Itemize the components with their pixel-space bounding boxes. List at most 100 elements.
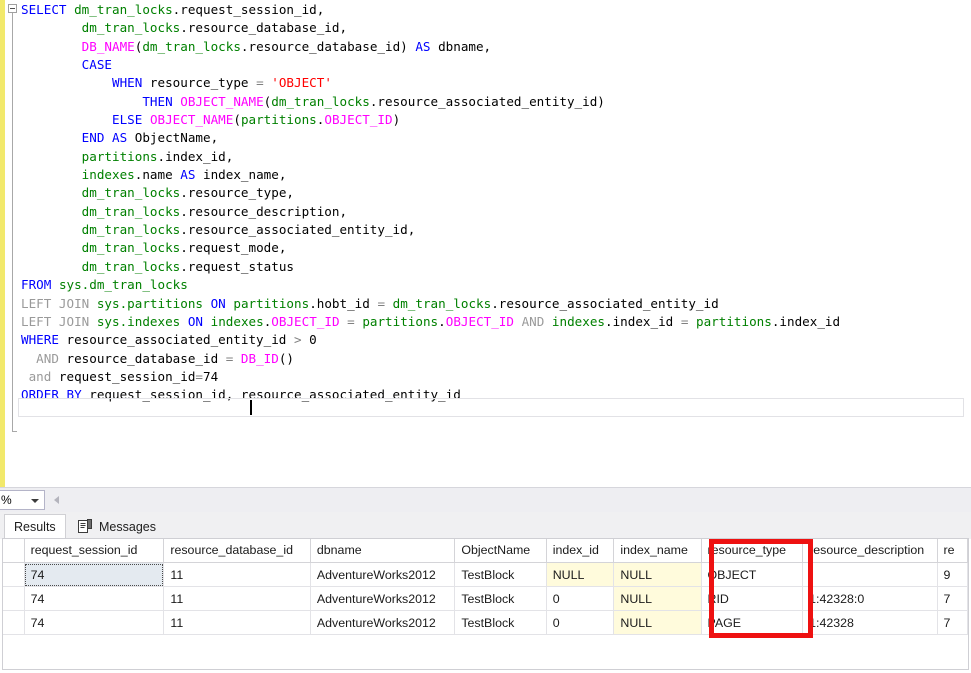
scroll-left-button[interactable] — [50, 490, 67, 510]
code-token: .request_session_id, — [173, 2, 325, 17]
row-selector[interactable] — [3, 587, 24, 611]
table-cell[interactable]: NULL — [614, 587, 701, 611]
chevron-down-icon[interactable] — [31, 499, 39, 503]
table-cell[interactable]: 11 — [164, 587, 311, 611]
code-token — [51, 277, 59, 292]
column-header-re[interactable]: re — [937, 539, 967, 563]
code-token: LEFT JOIN — [21, 296, 89, 311]
code-token: dm_tran_locks — [82, 259, 181, 274]
code-line[interactable]: WHERE resource_associated_entity_id > 0 — [21, 331, 971, 349]
row-selector[interactable] — [3, 563, 24, 587]
column-header-index_name[interactable]: index_name — [614, 539, 701, 563]
code-token — [67, 2, 75, 17]
table-cell[interactable]: 0 — [546, 587, 614, 611]
table-row[interactable]: 7411AdventureWorks2012TestBlock0NULLRID1… — [3, 587, 968, 611]
table-cell[interactable]: AdventureWorks2012 — [310, 587, 454, 611]
results-tab-strip[interactable]: Results Messages — [0, 512, 971, 539]
code-line[interactable]: dm_tran_locks.request_status — [21, 258, 971, 276]
table-cell[interactable]: NULL — [614, 563, 701, 587]
code-line[interactable]: WHEN resource_type = 'OBJECT' — [21, 74, 971, 92]
code-token: OBJECT_NAME — [180, 94, 263, 109]
code-token: .resource_associated_entity_id — [491, 296, 718, 311]
code-token: .resource_associated_entity_id) — [370, 94, 605, 109]
tab-results[interactable]: Results — [4, 514, 66, 539]
table-cell[interactable]: AdventureWorks2012 — [310, 563, 454, 587]
table-cell[interactable]: 1:42328:0 — [803, 587, 937, 611]
table-cell[interactable]: 0 — [546, 611, 614, 635]
code-token: OBJECT_ID — [271, 314, 339, 329]
code-line[interactable]: indexes.name AS index_name, — [21, 166, 971, 184]
column-header-resource_description[interactable]: resource_description — [803, 539, 937, 563]
table-cell[interactable]: RID — [701, 587, 803, 611]
code-token: sys.dm_tran_locks — [59, 277, 188, 292]
code-token — [21, 369, 29, 384]
table-row[interactable]: 7411AdventureWorks2012TestBlock0NULLPAGE… — [3, 611, 968, 635]
collapse-region-icon[interactable] — [8, 4, 17, 13]
column-header-dbname[interactable]: dbname — [310, 539, 454, 563]
column-header-index_id[interactable]: index_id — [546, 539, 614, 563]
code-token: ON — [188, 314, 203, 329]
code-token: .resource_associated_entity_id, — [180, 222, 415, 237]
table-cell[interactable]: 11 — [164, 611, 311, 635]
table-cell[interactable]: 7 — [937, 611, 967, 635]
table-cell[interactable]: 7 — [937, 587, 967, 611]
code-line[interactable]: dm_tran_locks.request_mode, — [21, 239, 971, 257]
code-line[interactable]: dm_tran_locks.resource_type, — [21, 184, 971, 202]
results-grid[interactable]: request_session_idresource_database_iddb… — [2, 538, 969, 670]
code-token — [21, 57, 82, 72]
code-line[interactable]: FROM sys.dm_tran_locks — [21, 276, 971, 294]
column-header-ObjectName[interactable]: ObjectName — [455, 539, 546, 563]
row-selector[interactable] — [3, 611, 24, 635]
code-line[interactable]: DB_NAME(dm_tran_locks.resource_database_… — [21, 38, 971, 56]
column-header-resource_database_id[interactable]: resource_database_id — [164, 539, 311, 563]
code-token — [59, 387, 67, 402]
table-cell[interactable]: OBJECT — [701, 563, 803, 587]
code-line[interactable]: dm_tran_locks.resource_description, — [21, 203, 971, 221]
code-line[interactable]: LEFT JOIN sys.partitions ON partitions.h… — [21, 295, 971, 313]
sql-editor-pane[interactable]: SELECT dm_tran_locks.request_session_id,… — [0, 0, 971, 487]
table-cell[interactable]: TestBlock — [455, 611, 546, 635]
zoom-level-dropdown[interactable]: % — [0, 490, 45, 510]
tab-messages[interactable]: Messages — [69, 514, 165, 539]
code-line[interactable]: dm_tran_locks.resource_database_id, — [21, 19, 971, 37]
table-cell[interactable]: 9 — [937, 563, 967, 587]
table-cell[interactable]: 1:42328 — [803, 611, 937, 635]
code-line[interactable]: AND resource_database_id = DB_ID() — [21, 350, 971, 368]
table-cell[interactable]: 74 — [24, 563, 164, 587]
code-line[interactable]: partitions.index_id, — [21, 148, 971, 166]
code-token: .resource_description, — [180, 204, 347, 219]
column-header-resource_type[interactable]: resource_type — [701, 539, 803, 563]
code-token: .resource_type, — [180, 185, 294, 200]
code-token: sys.partitions — [97, 296, 203, 311]
outlining-margin[interactable] — [5, 0, 21, 487]
table-cell[interactable]: TestBlock — [455, 563, 546, 587]
code-token — [21, 351, 36, 366]
table-cell[interactable]: AdventureWorks2012 — [310, 611, 454, 635]
code-line[interactable]: ELSE OBJECT_NAME(partitions.OBJECT_ID) — [21, 111, 971, 129]
table-cell[interactable]: TestBlock — [455, 587, 546, 611]
table-cell[interactable] — [803, 563, 937, 587]
code-token: dm_tran_locks — [393, 296, 492, 311]
table-cell[interactable]: NULL — [614, 611, 701, 635]
sql-code-text[interactable]: SELECT dm_tran_locks.request_session_id,… — [21, 1, 971, 405]
table-row[interactable]: 7411AdventureWorks2012TestBlockNULLNULLO… — [3, 563, 968, 587]
table-cell[interactable]: 74 — [24, 611, 164, 635]
table-cell[interactable]: 11 — [164, 563, 311, 587]
code-token: THEN — [142, 94, 172, 109]
code-line[interactable]: END AS ObjectName, — [21, 129, 971, 147]
code-line[interactable]: and request_session_id=74 — [21, 368, 971, 386]
table-cell[interactable]: 74 — [24, 587, 164, 611]
code-line[interactable]: LEFT JOIN sys.indexes ON indexes.OBJECT_… — [21, 313, 971, 331]
code-token: () — [279, 351, 294, 366]
code-token: sys.indexes — [97, 314, 180, 329]
code-line[interactable]: dm_tran_locks.resource_associated_entity… — [21, 221, 971, 239]
code-token: BY — [67, 387, 82, 402]
table-cell[interactable]: PAGE — [701, 611, 803, 635]
table-cell[interactable]: NULL — [546, 563, 614, 587]
code-token — [21, 94, 142, 109]
code-line[interactable]: SELECT dm_tran_locks.request_session_id, — [21, 1, 971, 19]
code-line[interactable]: ORDER BY request_session_id, resource_as… — [21, 386, 971, 404]
code-line[interactable]: CASE — [21, 56, 971, 74]
code-line[interactable]: THEN OBJECT_NAME(dm_tran_locks.resource_… — [21, 93, 971, 111]
column-header-request_session_id[interactable]: request_session_id — [24, 539, 164, 563]
